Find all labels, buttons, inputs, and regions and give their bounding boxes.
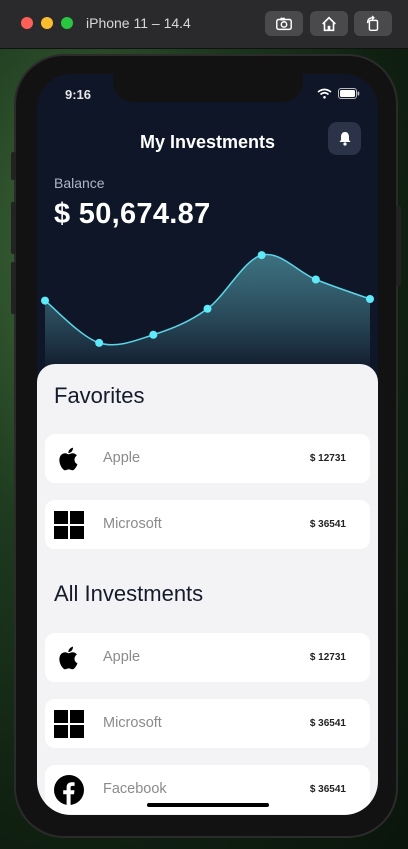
status-time: 9:16: [65, 87, 92, 102]
investment-item-apple[interactable]: Apple $ 12731: [45, 633, 370, 682]
investment-name: Facebook: [103, 781, 167, 797]
page-title: My Investments: [139, 132, 276, 152]
investment-name: Microsoft: [103, 715, 162, 731]
all-investments-title: All Investments: [54, 581, 204, 606]
investment-name: Microsoft: [103, 516, 162, 532]
battery-icon: [338, 88, 360, 99]
status-icons: [317, 88, 360, 99]
screenshot-icon: [276, 17, 292, 30]
investment-name: Apple: [103, 450, 141, 466]
chart-point-2[interactable]: [149, 330, 158, 339]
apple-icon: [54, 444, 84, 474]
investment-amount: $ 12731: [309, 652, 346, 663]
investment-amount: $ 12731: [309, 453, 346, 464]
app-screen: 9:16 My Investments Balance $ 50,674.87: [37, 74, 378, 815]
balance-chart: [41, 251, 374, 374]
zoom-window-button[interactable]: [61, 17, 73, 29]
facebook-icon: [54, 775, 84, 805]
wifi-icon: [317, 88, 332, 99]
investment-item-microsoft[interactable]: Microsoft $ 36541: [45, 699, 370, 748]
balance-label: Balance: [54, 175, 105, 191]
microsoft-icon: [54, 709, 84, 739]
silent-switch: [11, 152, 16, 180]
bell-icon: [339, 132, 350, 146]
chart-area: [45, 254, 370, 374]
rotate-button[interactable]: [354, 11, 392, 36]
home-button[interactable]: [310, 11, 348, 36]
chart-point-0[interactable]: [41, 296, 49, 305]
volume-down-button: [11, 262, 16, 314]
investment-amount: $ 36541: [309, 784, 346, 795]
investments-sheet: Favorites Apple $ 12731 Microsoft $ 3654…: [37, 364, 378, 815]
rotate-icon: [366, 14, 379, 31]
volume-up-button: [11, 202, 16, 254]
favorite-item-apple[interactable]: Apple $ 12731: [45, 434, 370, 483]
favorites-title: Favorites: [54, 383, 145, 408]
window-title: iPhone 11 – 14.4: [86, 15, 191, 31]
home-icon: [322, 16, 336, 31]
close-window-button[interactable]: [21, 17, 33, 29]
chart-point-1[interactable]: [95, 338, 104, 347]
chart-point-5[interactable]: [311, 275, 320, 284]
notch: [113, 74, 303, 102]
favorite-item-microsoft[interactable]: Microsoft $ 36541: [45, 500, 370, 549]
investment-amount: $ 36541: [309, 519, 346, 530]
chart-point-3[interactable]: [203, 304, 212, 313]
investment-name: Apple: [103, 649, 141, 665]
power-button: [396, 206, 401, 286]
chart-point-4[interactable]: [257, 251, 266, 260]
apple-icon: [54, 643, 84, 673]
iphone-device: 9:16 My Investments Balance $ 50,674.87: [11, 56, 401, 836]
simulator-titlebar: iPhone 11 – 14.4: [0, 0, 408, 49]
investment-amount: $ 36541: [309, 718, 346, 729]
screenshot-button[interactable]: [265, 11, 303, 36]
home-indicator[interactable]: [147, 803, 269, 807]
chart-point-6[interactable]: [366, 295, 374, 303]
microsoft-icon: [54, 510, 84, 540]
notifications-button[interactable]: [328, 122, 361, 155]
minimize-window-button[interactable]: [41, 17, 53, 29]
